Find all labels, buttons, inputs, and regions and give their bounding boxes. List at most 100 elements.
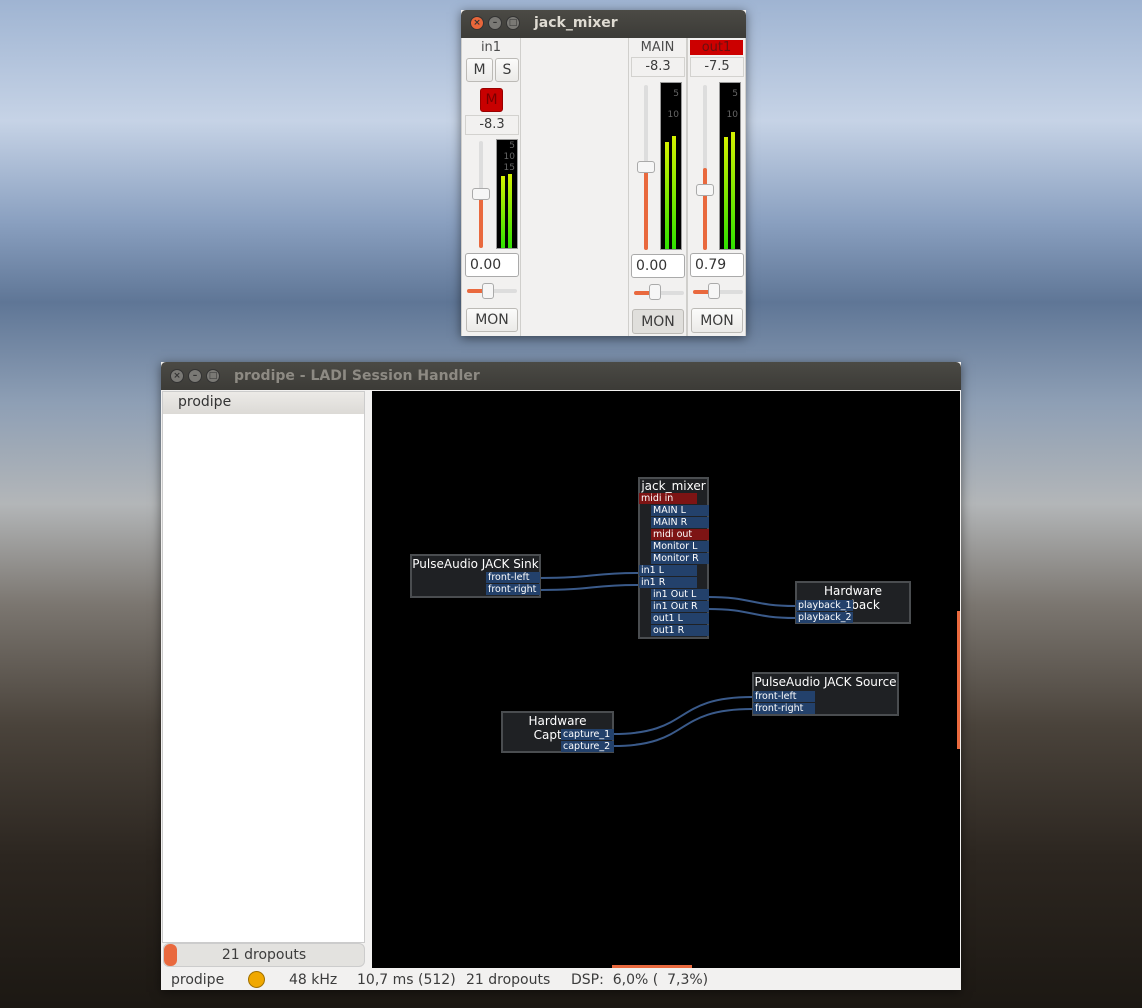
volume-fill (479, 196, 483, 248)
meter-tick: 5 (509, 141, 515, 151)
volume-fader-handle[interactable] (696, 184, 714, 196)
port-monitor-l[interactable]: Monitor L (651, 541, 709, 552)
ladish-window: × – □ prodipe - LADI Session Handler pro… (161, 362, 961, 990)
channel-name[interactable]: in1 (464, 40, 518, 55)
mute-button[interactable]: M (466, 58, 493, 82)
meter-tick: 10 (667, 110, 679, 120)
monitor-button[interactable]: MON (632, 309, 684, 334)
port-playback-2[interactable]: playback_2 (796, 612, 853, 623)
gain-entry[interactable]: 0.00 (465, 253, 519, 277)
port-capture-1[interactable]: capture_1 (561, 729, 614, 740)
node-title: PulseAudio JACK Source (754, 675, 897, 689)
port-out1-l[interactable]: out1 L (651, 613, 709, 624)
meter-bar-right (508, 174, 512, 248)
port-front-right[interactable]: front-right (753, 703, 815, 714)
port-monitor-r[interactable]: Monitor R (651, 553, 709, 564)
xrun-count: 21 dropouts (221, 947, 307, 963)
dsp-load: DSP: 6,0% ( 7,3%) (571, 972, 709, 988)
node-pulseaudio-source[interactable]: PulseAudio JACK Source front-left front-… (752, 672, 899, 716)
latency: 10,7 ms (512) (357, 972, 456, 988)
peak-readout: -7.5 (690, 57, 744, 77)
port-front-left[interactable]: front-left (753, 691, 815, 702)
maximize-icon[interactable]: □ (506, 16, 520, 30)
meter-bar-left (724, 137, 728, 249)
node-hardware-capture[interactable]: Hardware Capture capture_1 capture_2 (501, 711, 614, 753)
monitor-button[interactable]: MON (691, 308, 743, 333)
port-playback-1[interactable]: playback_1 (796, 600, 853, 611)
node-pulseaudio-sink[interactable]: PulseAudio JACK Sink front-left front-ri… (410, 554, 541, 598)
channel-name[interactable]: MAIN (631, 40, 684, 55)
level-meter: 5 10 15 (496, 139, 518, 249)
volume-fader-handle[interactable] (472, 188, 490, 200)
meter-tick: 5 (732, 89, 738, 99)
dsp-load-indicator (164, 944, 177, 966)
patchbay-canvas[interactable]: jack_mixer midi in MAIN L MAIN Rmidi out Mo… (372, 391, 960, 968)
balance-slider-handle[interactable] (708, 283, 720, 299)
port-in1-out-r[interactable]: in1 Out R (651, 601, 709, 612)
wire-capture1-to-source-left (612, 696, 753, 735)
window-title: jack_mixer (534, 15, 618, 31)
meter-bar-right (672, 136, 676, 249)
title-bar: × – □ jack_mixer (461, 10, 746, 38)
meter-tick: 10 (503, 152, 515, 162)
balance-slider-handle[interactable] (649, 284, 661, 300)
port-out1-r[interactable]: out1 R (651, 625, 709, 636)
peak-readout: -8.3 (631, 57, 685, 77)
port-in1-out-l[interactable]: in1 Out L (651, 589, 709, 600)
port-midi-in[interactable]: midi in (639, 493, 697, 504)
solo-button[interactable]: S (495, 58, 519, 82)
window-title: prodipe - LADI Session Handler (234, 368, 480, 384)
monitor-button[interactable]: MON (466, 308, 518, 332)
maximize-icon[interactable]: □ (206, 369, 220, 383)
volume-fill (644, 170, 648, 250)
wire-out1L-to-playback1 (707, 596, 796, 607)
dropouts: 21 dropouts (466, 972, 551, 988)
node-title: PulseAudio JACK Sink (412, 557, 539, 571)
status-bar: prodipe 48 kHz 10,7 ms (512) 21 dropouts… (161, 968, 961, 990)
jack-status-indicator (248, 971, 265, 988)
jack-mixer-window: × – □ jack_mixer in1 M S M -8.3 5 10 15 … (461, 10, 746, 336)
gain-entry[interactable]: 0.00 (631, 254, 685, 278)
midi-mute-button[interactable]: M (480, 88, 503, 112)
channel-name[interactable]: out1 (690, 40, 743, 55)
node-hardware-playback[interactable]: Hardware Playback playback_1 playback_2 (795, 581, 911, 624)
close-icon[interactable]: × (170, 369, 184, 383)
node-title: jack_mixer (641, 479, 706, 493)
minimize-icon[interactable]: – (188, 369, 202, 383)
sidebar-header[interactable]: prodipe (163, 392, 364, 414)
sample-rate: 48 kHz (289, 972, 338, 988)
channel-strip-out1: out1 -7.5 5 10 0.79 MON (687, 38, 746, 336)
port-main-l[interactable]: MAIN L (651, 505, 709, 516)
channel-strip-in1: in1 M S M -8.3 5 10 15 0.00 MON (461, 38, 521, 336)
meter-bar-right (731, 132, 735, 249)
port-midi-out[interactable]: midi out (651, 529, 709, 540)
port-front-right[interactable]: front-right (486, 584, 540, 595)
session-name: prodipe (171, 972, 225, 988)
port-main-r[interactable]: MAIN R (651, 517, 709, 528)
level-meter: 5 10 (660, 82, 682, 250)
port-in1-r[interactable]: in1 R (639, 577, 697, 588)
node-jack-mixer[interactable]: jack_mixer midi in MAIN L MAIN Rmidi out Mo… (638, 477, 709, 639)
port-in1-l[interactable]: in1 L (639, 565, 697, 576)
gain-entry[interactable]: 0.79 (690, 253, 744, 277)
wire-out1R-to-playback2 (707, 608, 796, 619)
vertical-scrollbar[interactable] (957, 611, 960, 749)
balance-slider-handle[interactable] (482, 283, 494, 299)
xrun-reset-button[interactable]: 21 dropouts (163, 943, 365, 967)
meter-tick: 5 (673, 89, 679, 99)
meter-bar-left (665, 142, 669, 249)
wire-sink-right-to-in1R (539, 584, 639, 591)
volume-fill (703, 168, 707, 250)
meter-bar-left (501, 176, 505, 248)
channel-strip-main: MAIN -8.3 5 10 0.00 MON (628, 38, 687, 336)
title-bar: × – □ prodipe - LADI Session Handler (161, 362, 961, 390)
port-front-left[interactable]: front-left (486, 572, 540, 583)
session-sidebar: prodipe (162, 391, 365, 943)
wire-sink-left-to-in1L (539, 572, 639, 579)
meter-tick: 15 (503, 163, 515, 173)
port-capture-2[interactable]: capture_2 (561, 741, 614, 752)
peak-readout: -8.3 (465, 115, 519, 135)
volume-fader-handle[interactable] (637, 161, 655, 173)
close-icon[interactable]: × (470, 16, 484, 30)
minimize-icon[interactable]: – (488, 16, 502, 30)
